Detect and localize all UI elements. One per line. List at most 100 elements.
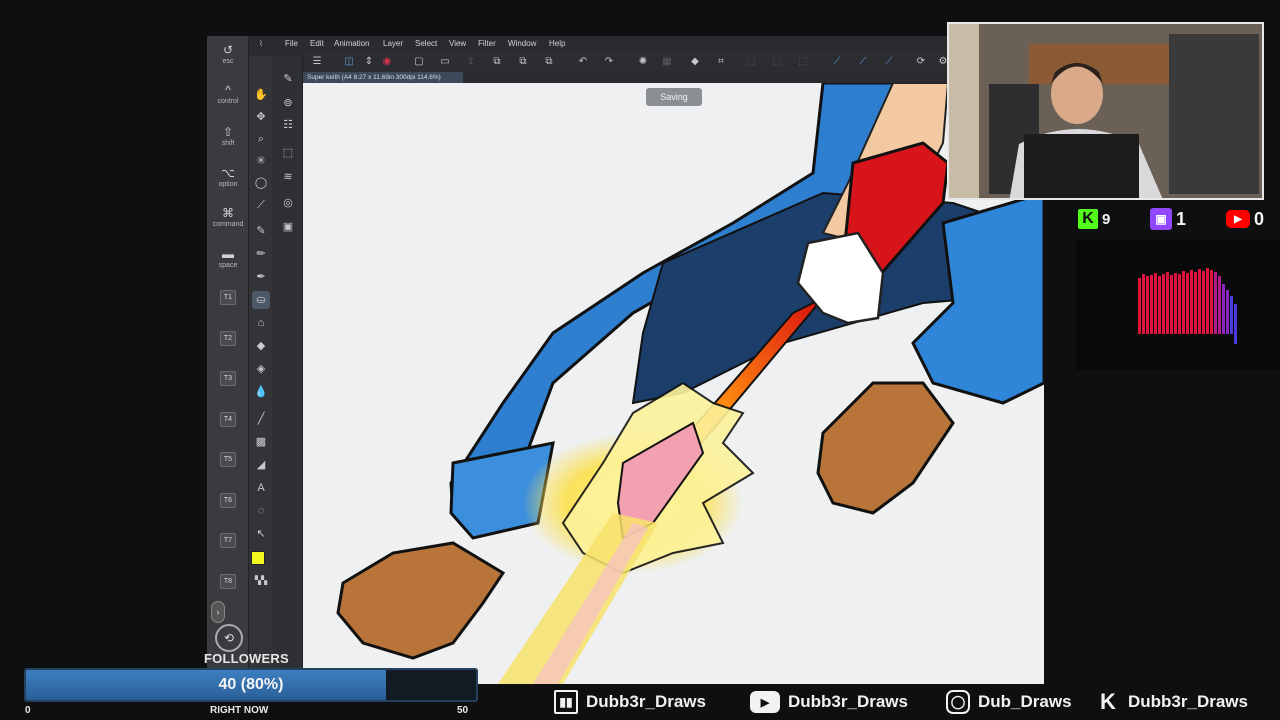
brush-tool-icon[interactable]: ✒ — [252, 268, 270, 286]
menu-bar: ⌇ File Edit Animation Layer Select View … — [249, 36, 1044, 52]
collapse-panel-icon[interactable]: › — [211, 601, 225, 623]
operation-tool-icon[interactable]: ↖ — [252, 525, 270, 543]
control-label: control — [217, 98, 239, 105]
selection-border-icon[interactable]: ⬚ — [795, 54, 811, 70]
navigator-icon[interactable]: ⊚ — [279, 94, 297, 112]
esc-key[interactable]: ↺ esc — [207, 44, 249, 66]
tool-key-t8[interactable]: T8 — [220, 574, 236, 589]
eraser-icon[interactable]: ◈ — [252, 360, 270, 378]
undo-icon[interactable]: ↶ — [575, 54, 591, 70]
ruler-snap-icon[interactable]: ⟋ — [829, 54, 845, 70]
layer-icon[interactable]: ◫ — [341, 54, 357, 70]
hand-tool-icon[interactable]: ✋ — [252, 86, 270, 104]
kick-count: 9 — [1102, 210, 1111, 228]
eyedropper-icon[interactable]: ⟋ — [252, 196, 270, 214]
command-key[interactable]: ⌘ command — [207, 207, 249, 229]
transform-icon[interactable]: ⟳ — [913, 54, 929, 70]
tool-key-t6[interactable]: T6 — [220, 493, 236, 508]
tool-key-t3[interactable]: T3 — [220, 371, 236, 386]
crop-icon[interactable]: ⌗ — [713, 54, 729, 70]
open-folder-icon[interactable]: ▭ — [437, 54, 453, 70]
social-youtube: ▶ Dubb3r_Draws — [750, 688, 908, 716]
upload-icon[interactable]: ⇪ — [463, 54, 479, 70]
tool-property-icon[interactable]: ☷ — [279, 116, 297, 134]
twitch-handle: Dubb3r_Draws — [586, 692, 706, 711]
menu-window[interactable]: Window — [508, 39, 536, 48]
tool-key-t2[interactable]: T2 — [220, 331, 236, 346]
grid-snap-icon[interactable]: ⟋ — [881, 54, 897, 70]
drawing-canvas[interactable]: Saving — [303, 83, 1044, 684]
tool-key-t1[interactable]: T1 — [220, 290, 236, 305]
esc-label: esc — [222, 58, 234, 65]
tool-key-t5[interactable]: T5 — [220, 452, 236, 467]
shift-glyph: ⇧ — [222, 125, 234, 139]
redo-icon[interactable]: ↷ — [601, 54, 617, 70]
tool-key-t4[interactable]: T4 — [220, 412, 236, 427]
tool-palette: ✋ ✥ ⌕ ✳ ◯ ⟋ ✎ ✏ ✒ ⛀ ⌂ ◆ ◈ 💧 ╱ ▩ ◢ A ◌ ↖ … — [249, 56, 273, 684]
text-tool-icon[interactable]: A — [252, 479, 270, 497]
saving-toast: Saving — [646, 88, 702, 106]
social-instagram: ◯ Dub_Draws — [946, 688, 1072, 716]
companion-mode-icon[interactable]: ⟲ — [215, 624, 243, 652]
clear-icon[interactable]: ▦ — [659, 54, 675, 70]
menu-select[interactable]: Select — [415, 39, 437, 48]
decoration-tool-icon[interactable]: ⌂ — [252, 314, 270, 332]
hamburger-menu-icon[interactable]: ☰ — [309, 54, 325, 70]
option-glyph: ⌥ — [221, 166, 235, 180]
paste-icon[interactable]: ⧉ — [515, 54, 531, 70]
app-logo-icon[interactable]: ⌇ — [259, 39, 263, 48]
command-bar: ☰ ◫ ⇕ ◉ ▢ ▭ ⇪ ⧉ ⧉ ⧉ ↶ ↷ ✺ ▦ ◆ ⌗ ⬚ ⬚ ⬚ ⟋ … — [303, 52, 1044, 72]
audio-equalizer — [1076, 240, 1280, 370]
frame-tool-icon[interactable]: ◢ — [252, 456, 270, 474]
space-key[interactable]: ▬ space — [207, 248, 249, 270]
document-tab[interactable]: Super keith (A4 8.27 x 11.69in 300dpi 11… — [303, 72, 463, 83]
material-icon[interactable]: ◎ — [279, 194, 297, 212]
zoom-tool-icon[interactable]: ⌕ — [252, 130, 270, 148]
social-handles-bar: ▮▮ Dubb3r_Draws ▶ Dubb3r_Draws ◯ Dub_Dra… — [478, 684, 1280, 720]
menu-edit[interactable]: Edit — [310, 39, 324, 48]
sub-tool-palette: ✎ ⊚ ☷ ⬚ ≋ ◎ ▣ — [273, 56, 303, 684]
balloon-tool-icon[interactable]: ◌ — [252, 502, 270, 520]
kick-counter: K 9 — [1078, 207, 1110, 231]
pencil-tool-icon[interactable]: ✏ — [252, 245, 270, 263]
pen-tool-icon[interactable]: ✎ — [252, 222, 270, 240]
fill-icon[interactable]: ◆ — [687, 54, 703, 70]
menu-view[interactable]: View — [449, 39, 466, 48]
menu-layer[interactable]: Layer — [383, 39, 403, 48]
lasso-icon[interactable]: ◯ — [252, 174, 270, 192]
menu-animation[interactable]: Animation — [334, 39, 370, 48]
menu-file[interactable]: File — [285, 39, 298, 48]
deselect-icon[interactable]: ⬚ — [743, 54, 759, 70]
duplicate-icon[interactable]: ⧉ — [541, 54, 557, 70]
menu-help[interactable]: Help — [549, 39, 565, 48]
new-file-icon[interactable]: ▢ — [411, 54, 427, 70]
youtube-count: 0 — [1254, 208, 1265, 229]
sort-icon[interactable]: ⇕ — [361, 54, 377, 70]
airbrush-tool-icon[interactable]: ⛀ — [252, 291, 270, 309]
control-key[interactable]: ^ control — [207, 84, 249, 106]
move-tool-icon[interactable]: ✥ — [252, 108, 270, 126]
menu-filter[interactable]: Filter — [478, 39, 496, 48]
fill-bucket-icon[interactable]: ◆ — [252, 337, 270, 355]
copy-icon[interactable]: ⧉ — [489, 54, 505, 70]
timeline-icon[interactable]: ▣ — [279, 218, 297, 236]
brush-settings-icon[interactable]: ✎ — [279, 70, 297, 88]
shift-key[interactable]: ⇧ shift — [207, 126, 249, 148]
invert-selection-icon[interactable]: ⬚ — [769, 54, 785, 70]
magic-wand-icon[interactable]: ✳ — [252, 152, 270, 170]
blend-tool-icon[interactable]: 💧 — [252, 383, 270, 401]
option-key[interactable]: ⌥ option — [207, 167, 249, 189]
transparent-color-icon[interactable]: ▚▚ — [252, 572, 270, 590]
layers-icon[interactable]: ≋ — [279, 168, 297, 186]
gradient-tool-icon[interactable]: ▩ — [252, 433, 270, 451]
figure-tool-icon[interactable]: ╱ — [252, 410, 270, 428]
record-icon[interactable]: ◉ — [379, 54, 395, 70]
layer-property-icon[interactable]: ⬚ — [279, 144, 297, 162]
special-ruler-snap-icon[interactable]: ⟋ — [855, 54, 871, 70]
twitch-icon: ▣ — [1150, 208, 1172, 230]
twitch-icon: ▮▮ — [554, 690, 578, 714]
main-color-swatch[interactable] — [251, 551, 265, 565]
tool-key-t7[interactable]: T7 — [220, 533, 236, 548]
artwork-illustration — [336, 83, 1044, 684]
kick-handle: Dubb3r_Draws — [1128, 692, 1248, 711]
